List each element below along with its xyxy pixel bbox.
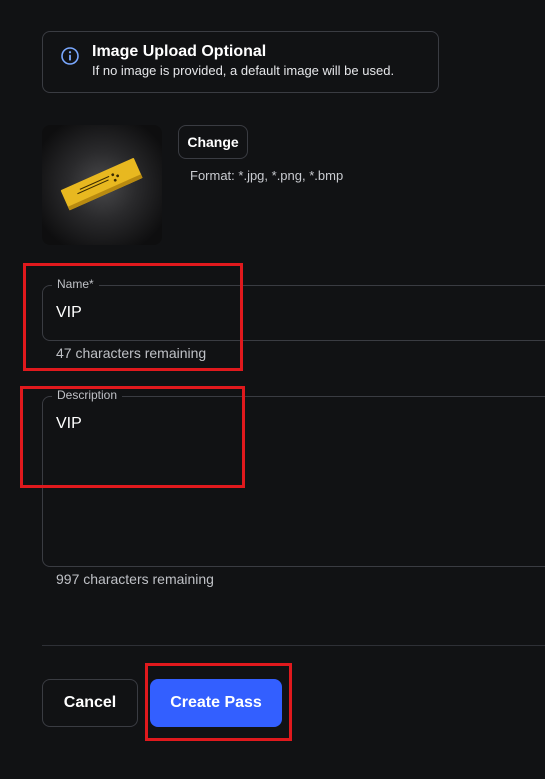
name-field[interactable]: Name* VIP <box>42 277 545 341</box>
banner-message: If no image is provided, a default image… <box>92 63 395 78</box>
description-field-label: Description <box>52 388 123 402</box>
description-field[interactable]: Description VIP <box>42 388 545 567</box>
image-optional-banner: Image Upload Optional If no image is pro… <box>42 31 439 93</box>
description-input[interactable]: VIP <box>56 415 82 433</box>
cancel-button[interactable]: Cancel <box>42 679 138 727</box>
create-pass-form: Image Upload Optional If no image is pro… <box>0 0 545 779</box>
info-circle-icon <box>60 46 80 66</box>
name-field-label: Name* <box>52 277 99 291</box>
name-characters-remaining: 47 characters remaining <box>56 345 207 361</box>
pass-image-thumbnail <box>42 125 162 245</box>
divider <box>42 645 545 646</box>
create-pass-button[interactable]: Create Pass <box>150 679 282 727</box>
change-image-button[interactable]: Change <box>178 125 248 159</box>
description-characters-remaining: 997 characters remaining <box>56 571 214 587</box>
required-marker: * <box>89 277 94 291</box>
name-input[interactable]: VIP <box>56 304 82 322</box>
ticket-pass-icon <box>60 158 143 211</box>
banner-title: Image Upload Optional <box>92 43 267 60</box>
format-hint: Format: *.jpg, *.png, *.bmp <box>190 168 344 183</box>
